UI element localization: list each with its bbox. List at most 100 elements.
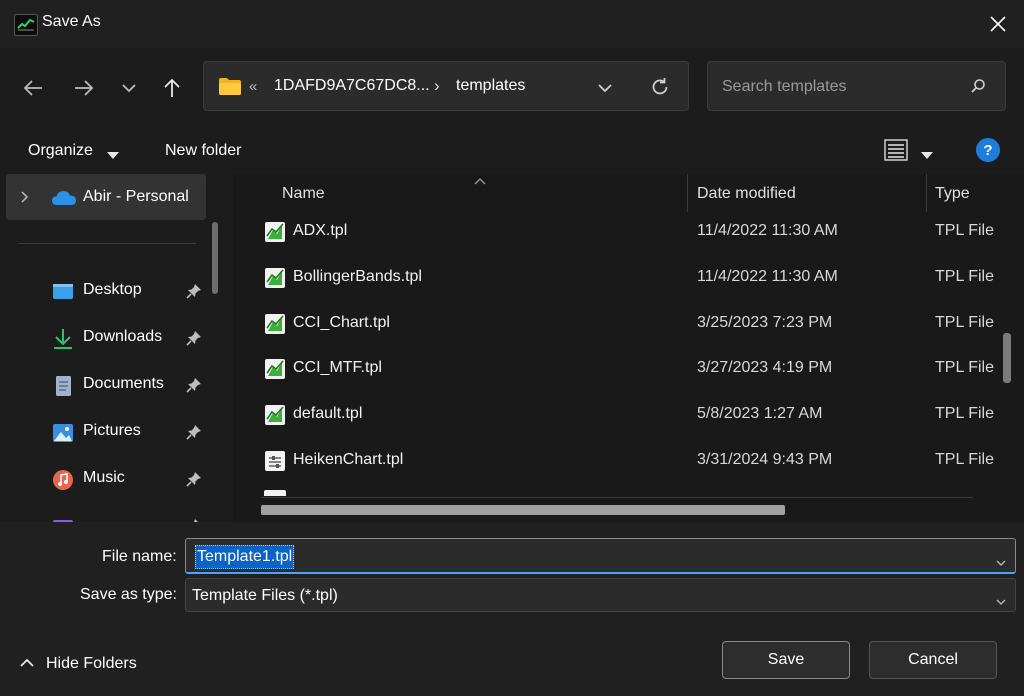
file-name: HeikenChart.tpl xyxy=(293,451,404,468)
address-segment-current[interactable]: templates xyxy=(456,77,525,95)
pin-icon[interactable] xyxy=(186,283,202,304)
hide-folders-button[interactable]: Hide Folders xyxy=(46,655,137,673)
sidebar-item-label: Downloads xyxy=(83,328,163,345)
file-name-field[interactable]: Template1.tpl xyxy=(185,538,1016,574)
file-name-label: File name: xyxy=(102,548,177,565)
view-details-icon[interactable] xyxy=(884,139,908,166)
file-type: TPL File xyxy=(935,451,994,468)
sidebar-item-music[interactable]: Music xyxy=(0,457,210,503)
cancel-button[interactable]: Cancel xyxy=(869,641,997,679)
caret-down-icon[interactable] xyxy=(107,147,119,165)
chevron-down-icon[interactable] xyxy=(996,553,1006,571)
sidebar-item-label: Music xyxy=(83,469,125,486)
expand-chevron-icon[interactable] xyxy=(21,190,29,208)
column-header-date[interactable]: Date modified xyxy=(697,185,796,203)
sidebar-divider xyxy=(18,243,196,244)
address-separator-icon[interactable]: › xyxy=(434,76,440,96)
chart-template-icon xyxy=(264,267,286,294)
pictures-icon xyxy=(52,422,74,444)
sidebar-item-label: Pictures xyxy=(83,422,141,439)
search-icon[interactable] xyxy=(970,78,986,99)
search-input[interactable] xyxy=(720,74,964,100)
file-name-input[interactable]: Template1.tpl xyxy=(195,545,295,569)
address-overflow-icon[interactable]: « xyxy=(249,78,257,95)
address-bar[interactable]: « 1DAFD9A7C67DC8... › templates xyxy=(203,61,689,111)
up-button[interactable] xyxy=(158,74,186,102)
sidebar-item-pictures[interactable]: Pictures xyxy=(0,410,210,456)
sidebar-item-desktop[interactable]: Desktop xyxy=(0,269,210,315)
download-icon xyxy=(52,328,74,350)
organize-button[interactable]: Organize xyxy=(28,142,93,160)
horizontal-scrollbar[interactable] xyxy=(261,505,785,515)
address-dropdown-icon[interactable] xyxy=(598,80,612,98)
file-name: ADX.tpl xyxy=(293,222,348,239)
column-divider[interactable] xyxy=(926,174,927,212)
table-row[interactable]: default.tpl 5/8/2023 1:27 AM TPL File xyxy=(255,393,1005,437)
address-segment-parent[interactable]: 1DAFD9A7C67DC8... xyxy=(274,77,430,95)
chevron-down-icon xyxy=(122,84,136,93)
sidebar-item-documents[interactable]: Documents xyxy=(0,363,210,409)
table-row[interactable]: HeikenChart.tpl 3/31/2024 9:43 PM TPL Fi… xyxy=(255,439,1005,483)
table-row[interactable]: CCI_MTF.tpl 3/27/2023 4:19 PM TPL File xyxy=(255,347,1005,391)
chevron-up-icon[interactable] xyxy=(20,655,34,673)
horizontal-scroll-track xyxy=(261,497,973,498)
sidebar-scrollbar[interactable] xyxy=(212,222,218,294)
sidebar-item-videos-partial[interactable] xyxy=(0,504,210,522)
column-header-type[interactable]: Type xyxy=(935,185,970,203)
sidebar-item-downloads[interactable]: Downloads xyxy=(0,316,210,362)
app-icon xyxy=(14,14,38,36)
file-date: 5/8/2023 1:27 AM xyxy=(697,405,823,422)
file-name: BollingerBands.tpl xyxy=(293,268,422,285)
chart-template-icon xyxy=(264,313,286,340)
back-button[interactable] xyxy=(19,74,47,102)
file-type: TPL File xyxy=(935,405,994,422)
pin-icon[interactable] xyxy=(186,471,202,492)
save-type-label: Save as type: xyxy=(80,586,177,603)
help-icon[interactable]: ? xyxy=(976,138,1000,162)
command-bar xyxy=(0,128,1024,174)
chart-template-icon xyxy=(264,358,286,385)
window-title: Save As xyxy=(42,13,101,30)
arrow-right-icon xyxy=(75,80,94,96)
search-box[interactable] xyxy=(707,61,1006,111)
desktop-icon xyxy=(52,281,74,303)
file-date: 3/31/2024 9:43 PM xyxy=(697,451,833,468)
file-name: CCI_MTF.tpl xyxy=(293,359,382,376)
chevron-down-icon[interactable] xyxy=(996,592,1006,610)
chart-template-icon xyxy=(264,404,286,431)
view-options-caret-icon[interactable] xyxy=(921,147,933,165)
music-icon xyxy=(52,469,74,491)
pin-icon[interactable] xyxy=(186,424,202,445)
file-name: CCI_Chart.tpl xyxy=(293,314,390,331)
file-type: TPL File xyxy=(935,222,994,239)
file-date: 11/4/2022 11:30 AM xyxy=(697,222,838,239)
save-button[interactable]: Save xyxy=(722,641,850,679)
arrow-up-icon xyxy=(164,78,180,97)
chart-template-icon xyxy=(264,221,286,248)
file-date: 3/25/2023 7:23 PM xyxy=(697,314,833,331)
sidebar-item-label: Abir - Personal xyxy=(83,188,189,205)
document-icon xyxy=(52,375,74,397)
recent-locations-button[interactable] xyxy=(115,74,143,102)
pin-icon[interactable] xyxy=(186,377,202,398)
table-row[interactable]: CCI_Chart.tpl 3/25/2023 7:23 PM TPL File xyxy=(255,302,1005,346)
folder-icon xyxy=(218,76,242,101)
file-date: 11/4/2022 11:30 AM xyxy=(697,268,838,285)
vertical-scrollbar[interactable] xyxy=(1003,333,1011,383)
save-type-select[interactable]: Template Files (*.tpl) xyxy=(185,578,1016,612)
table-row[interactable]: BollingerBands.tpl 11/4/2022 11:30 AM TP… xyxy=(255,256,1005,300)
close-button[interactable] xyxy=(980,8,1016,40)
title-bar xyxy=(0,0,1024,48)
refresh-icon[interactable] xyxy=(650,77,670,102)
column-divider[interactable] xyxy=(687,174,688,212)
column-header-name[interactable]: Name xyxy=(282,185,325,203)
file-type: TPL File xyxy=(935,268,994,285)
pin-icon[interactable] xyxy=(186,330,202,351)
close-icon xyxy=(990,16,1006,32)
forward-button[interactable] xyxy=(70,74,98,102)
new-folder-button[interactable]: New folder xyxy=(165,142,241,160)
file-type: TPL File xyxy=(935,314,994,331)
table-row[interactable]: ADX.tpl 11/4/2022 11:30 AM TPL File xyxy=(255,210,1005,254)
sidebar-item-label: Documents xyxy=(83,375,164,392)
partial-file-icon xyxy=(264,490,286,496)
